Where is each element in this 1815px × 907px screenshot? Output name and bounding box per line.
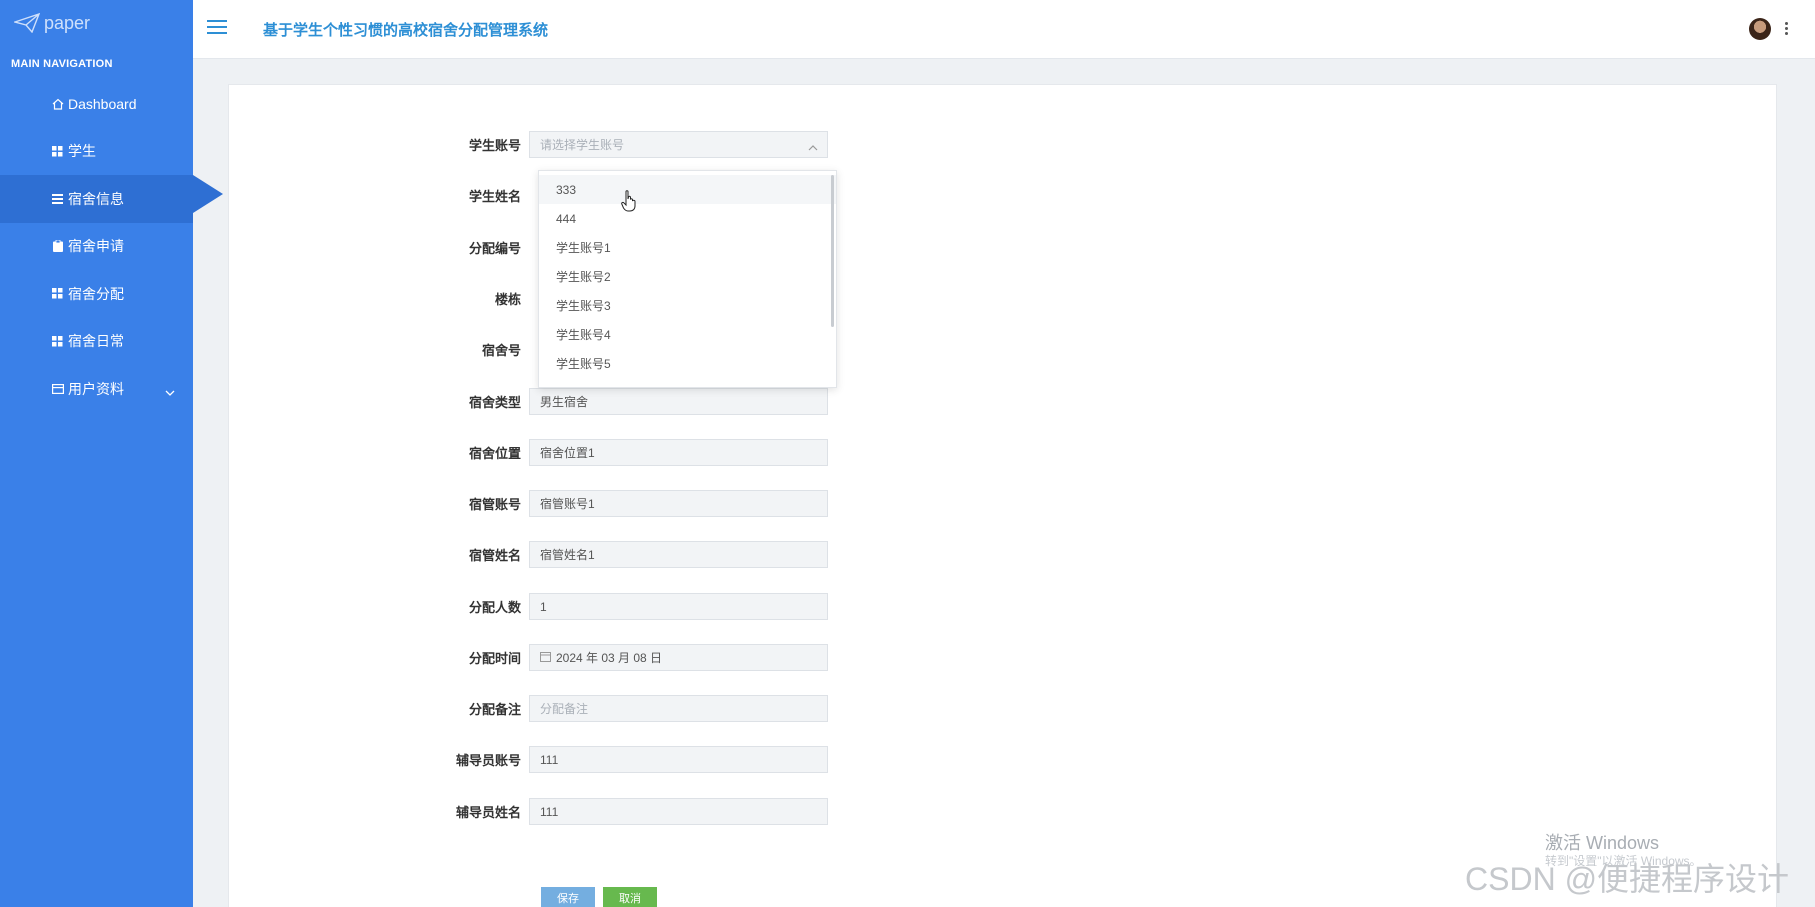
sidebar-item-label: 学生	[68, 143, 96, 160]
sidebar-item-label: 宿舍分配	[68, 285, 124, 302]
sidebar-item-label: 宿舍日常	[68, 333, 124, 350]
field-label: 宿管姓名	[468, 548, 521, 563]
hand-cursor-icon	[621, 190, 637, 217]
grid-icon	[51, 335, 64, 348]
dropdown-scrollbar[interactable]	[831, 175, 834, 327]
manager-account-field[interactable]: 宿管账号1	[529, 490, 828, 517]
dropdown-option[interactable]: 学生账号4	[539, 320, 836, 349]
csdn-watermark: CSDN @便捷程序设计	[1465, 861, 1790, 897]
field-label: 宿舍位置	[468, 446, 521, 461]
grid-icon	[51, 287, 64, 300]
form-row-dorm-type: 宿舍类型 男生宿舍	[441, 388, 828, 415]
sidebar-item-dorm-apply[interactable]: 宿舍申请	[0, 223, 193, 271]
sidebar-item-label: 宿舍信息	[68, 190, 124, 207]
sidebar-item-dorm-info[interactable]: 宿舍信息	[0, 175, 223, 223]
form-row-counselor-name: 辅导员姓名 111	[441, 798, 828, 825]
field-label: 宿舍类型	[468, 395, 521, 410]
field-label: 楼栋	[494, 292, 521, 307]
form-row-assign-count: 分配人数 1	[441, 593, 828, 620]
page-title: 基于学生个性习惯的高校宿舍分配管理系统	[263, 22, 549, 39]
field-label: 宿舍号	[481, 343, 521, 358]
chevron-down-icon	[165, 383, 175, 399]
dropdown-option[interactable]: 学生账号5	[539, 349, 836, 378]
form-row-student-name: 学生姓名	[441, 182, 529, 209]
field-label: 辅导员账号	[455, 753, 521, 768]
select-placeholder: 请选择学生账号	[540, 138, 625, 152]
nav-header: MAIN NAVIGATION	[11, 58, 113, 70]
counselor-account-field[interactable]: 111	[529, 746, 828, 773]
sidebar-item-user-profile[interactable]: 用户资料	[0, 365, 193, 413]
assign-time-picker[interactable]: 2024 年 03 月 08 日	[529, 644, 828, 671]
field-label: 分配时间	[468, 651, 521, 666]
assign-time-value: 2024 年 03 月 08 日	[556, 651, 663, 665]
dorm-location-field[interactable]: 宿舍位置1	[529, 439, 828, 466]
dropdown-option[interactable]: 444	[539, 204, 836, 233]
dorm-type-field[interactable]: 男生宿舍	[529, 388, 828, 415]
dropdown-option[interactable]: 学生账号1	[539, 233, 836, 262]
field-label: 分配人数	[468, 600, 521, 615]
form-row-building: 楼栋	[441, 285, 529, 312]
sidebar-item-dorm-assign[interactable]: 宿舍分配	[0, 270, 193, 318]
calendar-icon	[540, 651, 551, 665]
field-label: 分配编号	[468, 241, 521, 256]
sidebar-item-label: 宿舍申请	[68, 238, 124, 255]
field-label: 辅导员姓名	[455, 805, 521, 820]
logo[interactable]: paper	[0, 0, 193, 46]
grid-icon	[51, 145, 64, 158]
form-row-dorm-no: 宿舍号	[441, 336, 529, 363]
form-row-student-account: 学生账号 请选择学生账号	[441, 131, 828, 158]
field-label: 分配备注	[468, 702, 521, 717]
paper-plane-icon	[14, 13, 40, 33]
clipboard-icon	[51, 240, 64, 253]
form-row-assign-note: 分配备注 分配备注	[441, 695, 828, 722]
dropdown-option[interactable]: 学生账号3	[539, 291, 836, 320]
cancel-button[interactable]: 取消	[603, 887, 657, 907]
field-label: 宿管账号	[468, 497, 521, 512]
form-row-manager-name: 宿管姓名 宿管姓名1	[441, 541, 828, 568]
form-row-dorm-location: 宿舍位置 宿舍位置1	[441, 439, 828, 466]
list-icon	[51, 192, 64, 205]
sidebar-item-label: Dashboard	[68, 95, 137, 112]
sidebar: paper MAIN NAVIGATION Dashboard 学生 宿舍信息 …	[0, 0, 223, 907]
sidebar-item-label: 用户资料	[68, 380, 124, 397]
top-header: 基于学生个性习惯的高校宿舍分配管理系统	[193, 0, 1815, 59]
dropdown-option[interactable]: 学生账号2	[539, 262, 836, 291]
form-row-assign-time: 分配时间 2024 年 03 月 08 日	[441, 644, 828, 671]
assign-count-field[interactable]: 1	[529, 593, 828, 620]
more-options-icon[interactable]	[1785, 22, 1789, 37]
student-account-dropdown: 333 444 学生账号1 学生账号2 学生账号3 学生账号4 学生账号5	[538, 170, 837, 388]
logo-text: paper	[44, 12, 91, 33]
sidebar-item-dorm-daily[interactable]: 宿舍日常	[0, 318, 193, 366]
form-row-counselor-account: 辅导员账号 111	[441, 746, 828, 773]
form-row-manager-account: 宿管账号 宿管账号1	[441, 490, 828, 517]
assign-note-field[interactable]: 分配备注	[529, 695, 828, 722]
home-icon	[51, 97, 64, 110]
dropdown-option[interactable]: 333	[539, 175, 836, 204]
menu-toggle-icon[interactable]	[207, 19, 227, 40]
card-icon	[51, 382, 64, 395]
field-label: 学生姓名	[468, 189, 521, 204]
save-button[interactable]: 保存	[541, 887, 595, 907]
sidebar-item-dashboard[interactable]: Dashboard	[0, 80, 193, 128]
field-label: 学生账号	[468, 138, 521, 153]
chevron-up-icon	[808, 140, 818, 154]
sidebar-item-students[interactable]: 学生	[0, 128, 193, 176]
avatar[interactable]	[1749, 18, 1771, 40]
form-row-assign-no: 分配编号	[441, 234, 529, 261]
manager-name-field[interactable]: 宿管姓名1	[529, 541, 828, 568]
counselor-name-field[interactable]: 111	[529, 798, 828, 825]
student-account-select[interactable]: 请选择学生账号	[529, 131, 828, 158]
